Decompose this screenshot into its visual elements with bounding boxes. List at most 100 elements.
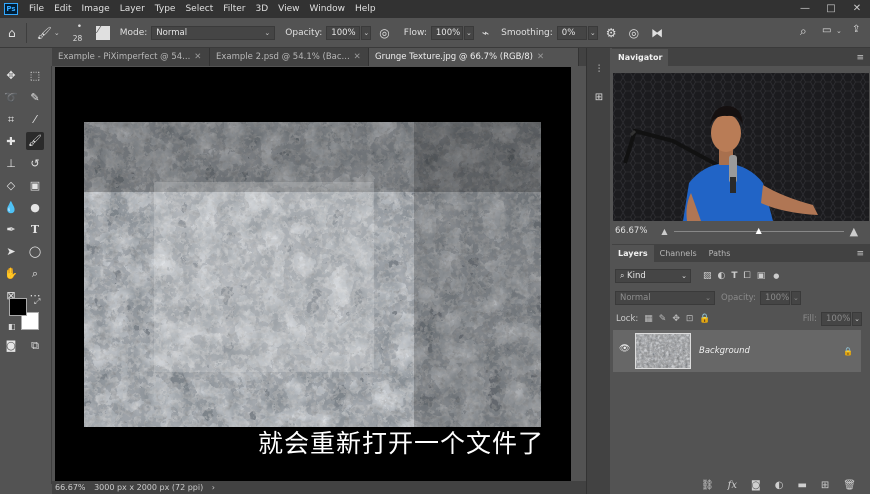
tab-channels[interactable]: Channels bbox=[654, 245, 703, 262]
smoothing-dropdown[interactable]: ⌄ bbox=[587, 25, 598, 40]
close-tab-icon[interactable]: ✕ bbox=[537, 52, 544, 62]
history-brush-tool-icon[interactable]: ↺ bbox=[26, 156, 44, 172]
default-colors-icon[interactable]: ◧ bbox=[8, 322, 16, 331]
home-icon[interactable]: ⌂ bbox=[8, 26, 16, 40]
menu-help[interactable]: Help bbox=[350, 4, 381, 14]
menu-image[interactable]: Image bbox=[77, 4, 115, 14]
clone-stamp-tool-icon[interactable]: ⊥ bbox=[2, 156, 20, 172]
tab-example-piximperfect[interactable]: Example - PiXimperfect @ 54... ✕ bbox=[52, 48, 210, 66]
lock-position-icon[interactable]: ✥ bbox=[672, 314, 680, 324]
preset-dropdown-icon[interactable]: ⌄ bbox=[54, 29, 60, 37]
navigator-zoom-handle[interactable]: ▲ bbox=[756, 226, 762, 235]
lock-transparent-icon[interactable]: ▦ bbox=[644, 314, 653, 324]
fill-dropdown[interactable]: ⌄ bbox=[852, 312, 862, 326]
filter-type-icon[interactable]: T bbox=[731, 271, 737, 281]
mode-select[interactable]: Normal ⌄ bbox=[151, 25, 276, 40]
menu-layer[interactable]: Layer bbox=[115, 4, 150, 14]
menu-3d[interactable]: 3D bbox=[251, 4, 274, 14]
panel-menu-icon[interactable]: ≡ bbox=[856, 249, 864, 259]
zoom-in-icon[interactable]: ▲ bbox=[850, 225, 858, 238]
search-icon[interactable]: ⌕ bbox=[800, 24, 807, 39]
status-zoom[interactable]: 66.67% bbox=[55, 483, 86, 492]
menu-file[interactable]: File bbox=[24, 4, 49, 14]
quick-mask-icon[interactable]: ◙ bbox=[2, 338, 20, 354]
swap-colors-icon[interactable]: ⤢ bbox=[34, 297, 40, 307]
smoothing-input[interactable]: 0% bbox=[556, 25, 587, 40]
menu-select[interactable]: Select bbox=[180, 4, 218, 14]
gradient-tool-icon[interactable]: ▣ bbox=[26, 178, 44, 194]
lock-artboard-icon[interactable]: ⊡ bbox=[686, 314, 694, 324]
tab-paths[interactable]: Paths bbox=[703, 245, 737, 262]
new-group-icon[interactable]: ▬ bbox=[797, 480, 806, 491]
navigator-zoom-value[interactable]: 66.67% bbox=[615, 226, 647, 236]
gear-icon[interactable]: ⚙ bbox=[606, 26, 617, 40]
share-icon[interactable]: ⇪ bbox=[852, 24, 860, 35]
new-layer-icon[interactable]: ⊞ bbox=[821, 480, 829, 491]
workspace-dropdown-icon[interactable]: ⌄ bbox=[836, 27, 842, 35]
menu-filter[interactable]: Filter bbox=[218, 4, 250, 14]
healing-brush-tool-icon[interactable]: ✚ bbox=[2, 134, 20, 150]
brush-settings-icon[interactable]: ⁄ bbox=[95, 25, 110, 40]
opacity-input[interactable]: 100% bbox=[326, 25, 361, 40]
blur-tool-icon[interactable]: 💧 bbox=[2, 200, 20, 216]
adjustment-layer-icon[interactable]: ◐ bbox=[775, 480, 784, 491]
layer-opacity-input[interactable]: 100% bbox=[759, 291, 790, 305]
fill-input[interactable]: 100% bbox=[821, 312, 851, 326]
menu-window[interactable]: Window bbox=[305, 4, 351, 14]
layer-style-icon[interactable]: fx bbox=[728, 480, 737, 491]
flow-input[interactable]: 100% bbox=[430, 25, 463, 40]
hand-tool-icon[interactable]: ✋ bbox=[2, 266, 20, 282]
link-layers-icon[interactable]: ⛓ bbox=[701, 480, 714, 491]
layer-name[interactable]: Background bbox=[699, 346, 750, 356]
filter-shape-icon[interactable]: ⧠ bbox=[744, 271, 751, 281]
trash-icon[interactable]: 🗑 bbox=[843, 480, 856, 491]
navigator-preview[interactable] bbox=[613, 73, 869, 221]
minimize-button[interactable]: — bbox=[792, 0, 818, 18]
zoom-out-icon[interactable]: ▲ bbox=[661, 227, 667, 236]
menu-type[interactable]: Type bbox=[150, 4, 181, 14]
navigator-zoom-slider[interactable]: ▲ bbox=[673, 226, 844, 235]
close-tab-icon[interactable]: ✕ bbox=[354, 52, 361, 62]
pressure-opacity-icon[interactable]: ◎ bbox=[379, 26, 389, 40]
pen-tool-icon[interactable]: ✒ bbox=[2, 222, 20, 238]
foreground-color-swatch[interactable] bbox=[9, 298, 27, 316]
tab-navigator[interactable]: Navigator bbox=[612, 49, 669, 66]
maximize-button[interactable]: □ bbox=[818, 0, 844, 18]
move-tool-icon[interactable]: ✥ bbox=[2, 68, 20, 84]
airbrush-icon[interactable]: ⌁ bbox=[482, 26, 489, 40]
brush-tool-icon[interactable]: 🖌 bbox=[26, 132, 44, 150]
properties-panel-icon[interactable]: ⊞ bbox=[592, 92, 606, 106]
opacity-dropdown[interactable]: ⌄ bbox=[361, 25, 372, 40]
flow-dropdown[interactable]: ⌄ bbox=[463, 25, 474, 40]
close-button[interactable]: ✕ bbox=[844, 0, 870, 18]
filter-smart-object-icon[interactable]: ▣ bbox=[757, 271, 766, 281]
lasso-tool-icon[interactable]: ➰ bbox=[2, 90, 20, 106]
pressure-size-icon[interactable]: ◎ bbox=[629, 26, 639, 40]
layer-thumbnail[interactable] bbox=[635, 333, 691, 369]
layer-opacity-dropdown[interactable]: ⌄ bbox=[790, 291, 801, 305]
menu-view[interactable]: View bbox=[273, 4, 304, 14]
tab-example-2[interactable]: Example 2.psd @ 54.1% (Bac... ✕ bbox=[210, 48, 369, 66]
tab-layers[interactable]: Layers bbox=[612, 245, 654, 262]
status-arrow-icon[interactable]: › bbox=[212, 483, 215, 492]
lock-all-icon[interactable]: 🔒 bbox=[699, 314, 710, 324]
panel-menu-icon[interactable]: ≡ bbox=[856, 53, 864, 63]
marquee-tool-icon[interactable]: ⬚ bbox=[26, 68, 44, 84]
menu-edit[interactable]: Edit bbox=[49, 4, 76, 14]
filter-toggle-icon[interactable]: ● bbox=[773, 272, 779, 280]
tab-grunge-texture[interactable]: Grunge Texture.jpg @ 66.7% (RGB/8) ✕ bbox=[369, 48, 579, 66]
layer-row-background[interactable]: 👁 Background 🔒 bbox=[613, 330, 861, 372]
brush-size-picker[interactable]: • 28 bbox=[70, 21, 92, 45]
workspace-icon[interactable]: ▭ bbox=[822, 25, 831, 36]
quick-selection-tool-icon[interactable]: ✎ bbox=[26, 90, 44, 106]
eyedropper-tool-icon[interactable]: ⁄ bbox=[26, 112, 44, 128]
type-tool-icon[interactable]: T bbox=[26, 222, 44, 238]
eye-icon[interactable]: 👁 bbox=[619, 344, 630, 354]
filter-adjustment-icon[interactable]: ◐ bbox=[718, 271, 726, 281]
eraser-tool-icon[interactable]: ◇ bbox=[2, 178, 20, 194]
dodge-tool-icon[interactable]: ● bbox=[26, 200, 44, 216]
lock-pixels-icon[interactable]: ✎ bbox=[659, 314, 667, 324]
add-mask-icon[interactable]: ◙ bbox=[751, 480, 761, 491]
layer-kind-select[interactable]: ⌕ Kind ⌄ bbox=[615, 269, 691, 283]
path-selection-tool-icon[interactable]: ➤ bbox=[2, 244, 20, 260]
